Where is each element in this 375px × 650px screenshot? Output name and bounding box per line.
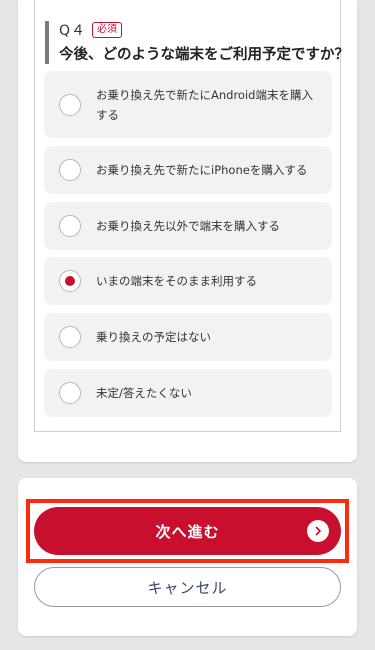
option-label: 乗り換えの予定はない xyxy=(96,330,211,344)
question-card: Q４ 必須 今後、どのような端末をご利用予定ですか？ お乗り換え先で新たにAnd… xyxy=(18,0,357,462)
option-android[interactable]: お乗り換え先で新たにAndroid端末を購入する xyxy=(44,71,332,138)
radio-button[interactable] xyxy=(59,382,81,404)
option-iphone[interactable]: お乗り換え先で新たにiPhoneを購入する xyxy=(44,146,332,194)
option-label: 未定/答えたくない xyxy=(96,386,192,400)
cancel-button[interactable]: キャンセル xyxy=(34,567,341,607)
page: Q４ 必須 今後、どのような端末をご利用予定ですか？ お乗り換え先で新たにAnd… xyxy=(0,0,375,650)
question-header: Q４ 必須 今後、どのような端末をご利用予定ですか？ xyxy=(45,21,349,64)
option-label: お乗り換え先で新たにiPhoneを購入する xyxy=(96,163,308,177)
option-other-purchase[interactable]: お乗り換え先以外で端末を購入する xyxy=(44,202,332,250)
radio-button[interactable] xyxy=(59,93,81,116)
next-button-label: 次へ進む xyxy=(155,522,220,541)
radio-button[interactable] xyxy=(59,215,81,237)
required-badge: 必須 xyxy=(92,22,123,38)
option-no-switch[interactable]: 乗り換えの予定はない xyxy=(44,313,332,361)
cancel-button-label: キャンセル xyxy=(147,578,228,597)
question-text: 今後、どのような端末をご利用予定ですか？ xyxy=(59,47,349,63)
chevron-right-icon xyxy=(307,520,329,542)
option-label: お乗り換え先で新たにAndroid端末を購入する xyxy=(96,87,313,122)
option-label: いまの端末をそのまま利用する xyxy=(96,274,257,288)
option-undecided[interactable]: 未定/答えたくない xyxy=(44,369,332,417)
radio-button[interactable] xyxy=(59,326,81,348)
radio-button[interactable] xyxy=(59,159,81,181)
question-number-row: Q４ 必須 xyxy=(59,21,335,39)
next-button[interactable]: 次へ進む xyxy=(34,507,341,555)
option-label: お乗り換え先以外で端末を購入する xyxy=(96,219,280,233)
radio-button-checked[interactable] xyxy=(59,270,81,292)
question-number: Q４ xyxy=(59,23,87,39)
question-box: Q４ 必須 今後、どのような端末をご利用予定ですか？ お乗り換え先で新たにAnd… xyxy=(34,0,349,432)
option-keep-current[interactable]: いまの端末をそのまま利用する xyxy=(44,257,332,305)
